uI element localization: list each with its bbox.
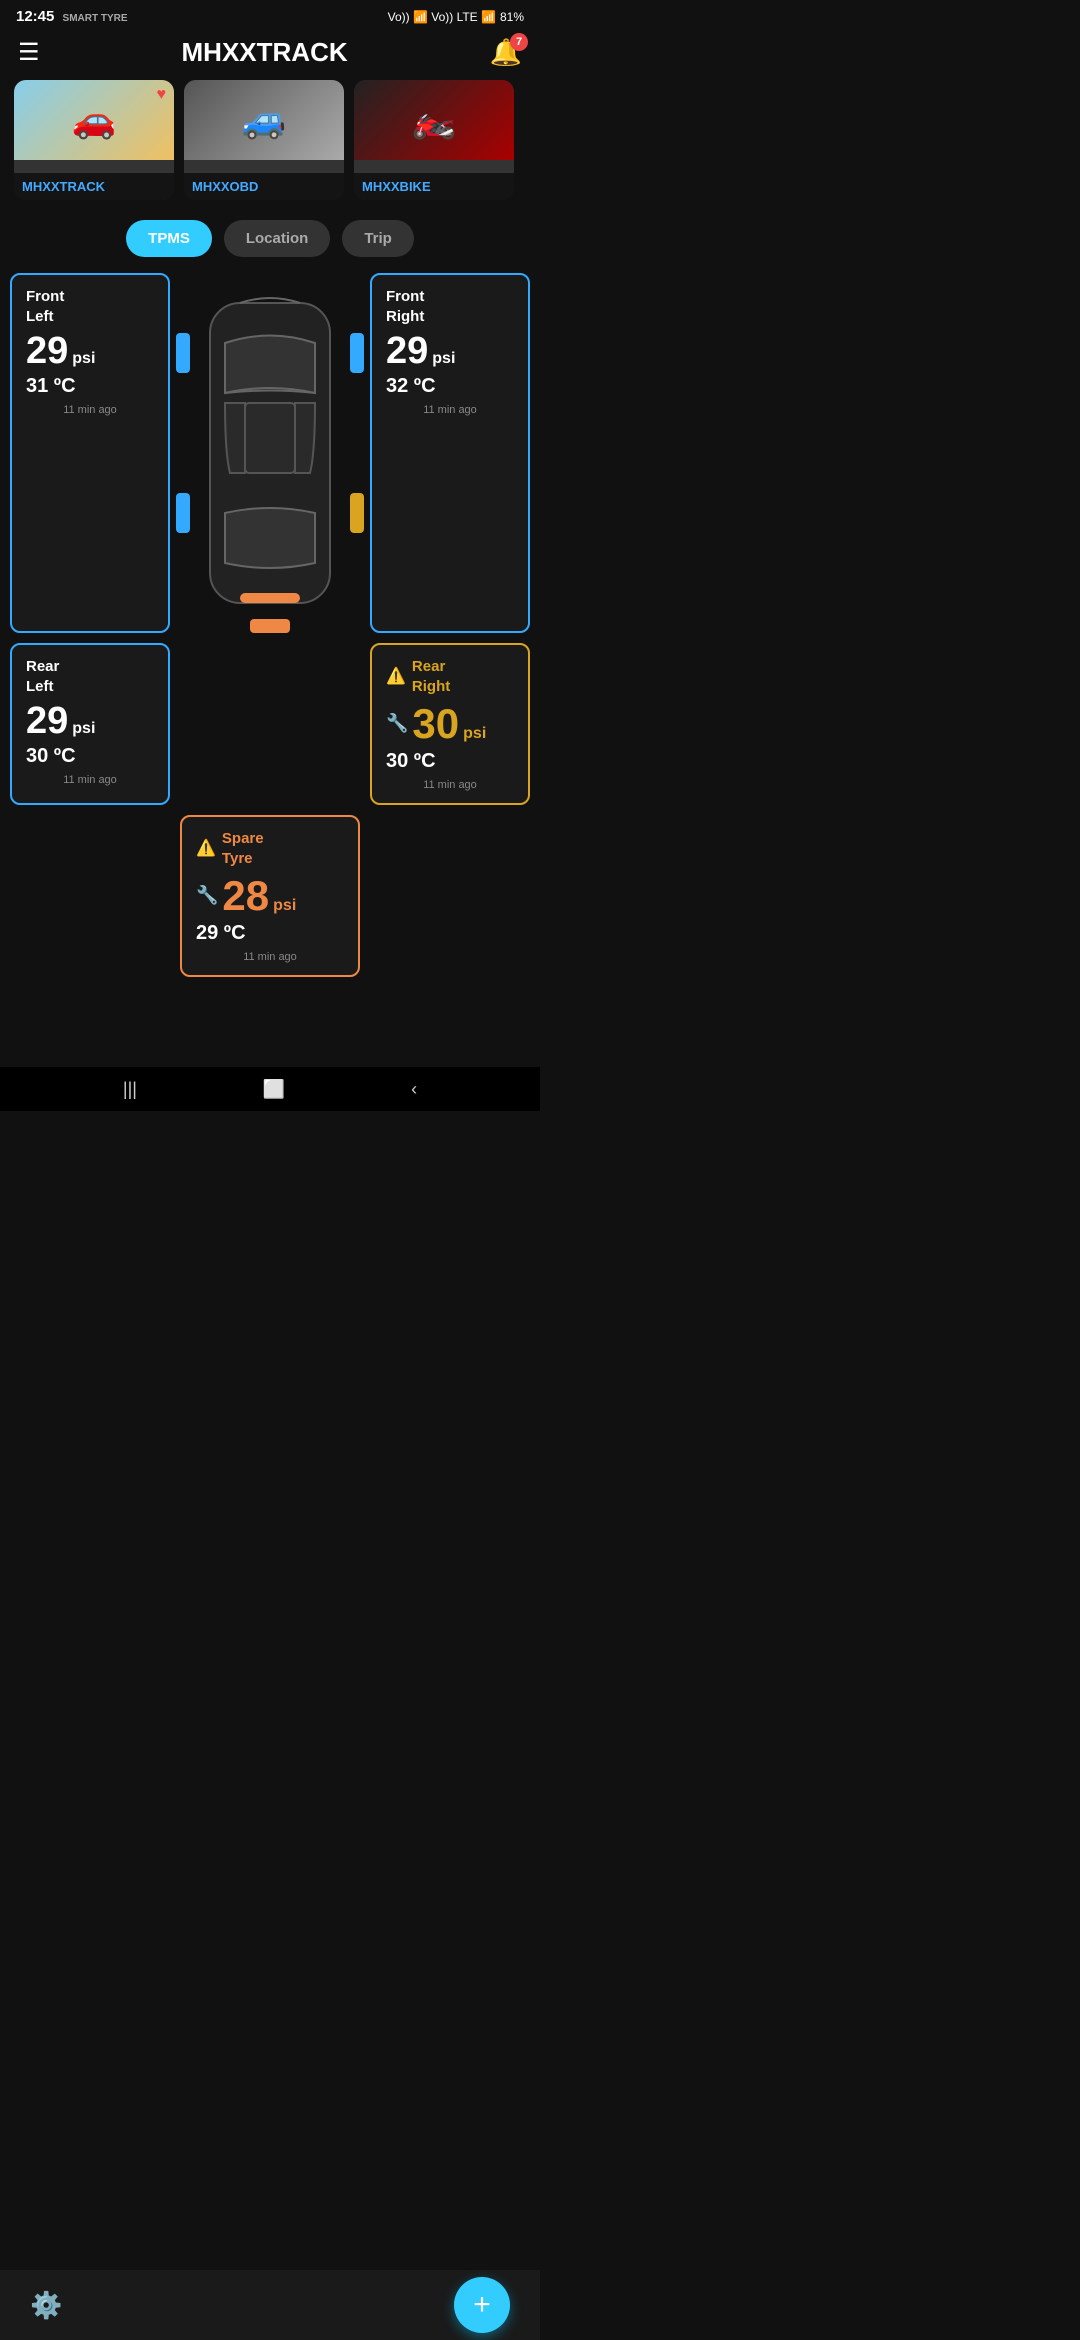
tire-fl-label: FrontLeft	[26, 287, 154, 326]
tire-rl-label: RearLeft	[26, 657, 154, 696]
tire-front-left: FrontLeft 29 psi 31 ºC 11 min ago	[10, 273, 170, 633]
tire-spare: ⚠️ SpareTyre 🔧 28 psi 29 ºC 11 min ago	[180, 815, 360, 977]
tire-fr-time: 11 min ago	[386, 404, 514, 416]
tire-spare-temp: 29 ºC	[196, 922, 344, 945]
tyre-icon-spare: 🔧	[196, 885, 218, 906]
tire-fr-psi-unit: psi	[432, 350, 455, 368]
tire-fr-psi: 29 psi	[386, 330, 514, 373]
tire-indicator-fr	[350, 333, 364, 373]
tyre-icon-rr: 🔧	[386, 713, 408, 734]
tire-rl-temp: 30 ºC	[26, 745, 154, 768]
tire-grid: FrontLeft 29 psi 31 ºC 11 min ago	[10, 273, 530, 805]
tire-spare-psi: 28 psi	[222, 872, 296, 920]
android-nav: ||| ⬜ ‹	[0, 1067, 540, 1111]
tire-rl-psi: 29 psi	[26, 700, 154, 743]
tire-spare-label: SpareTyre	[222, 829, 264, 868]
tab-bar: TPMS Location Trip	[0, 214, 540, 273]
tab-location[interactable]: Location	[224, 220, 331, 257]
vehicle-list: 🚗 ♥ MHXXTRACK 🚙 MHXXOBD 🏍️ MHXXBIKE	[0, 80, 540, 214]
status-bar: 12:45 SMART TYRE Vo)) 📶 Vo)) LTE 📶 81%	[0, 0, 540, 29]
tire-fl-temp: 31 ºC	[26, 375, 154, 398]
tire-rear-right: ⚠️ RearRight 🔧 30 psi 30 ºC 11 min ago	[370, 643, 530, 805]
car-diagram	[180, 273, 360, 633]
tire-front-right: FrontRight 29 psi 32 ºC 11 min ago	[370, 273, 530, 633]
favorite-icon: ♥	[157, 86, 167, 104]
notif-count: 7	[510, 33, 528, 51]
app-title: MHXXTRACK	[182, 37, 348, 68]
tire-fl-psi: 29 psi	[26, 330, 154, 373]
tire-spare-psi-num: 28	[222, 872, 269, 920]
tire-indicator-rl	[176, 493, 190, 533]
vehicle-label-mhxxobd: MHXXOBD	[184, 173, 344, 200]
tire-rr-psi-num: 30	[412, 700, 459, 748]
tire-spare-time: 11 min ago	[196, 951, 344, 963]
tpms-section: FrontLeft 29 psi 31 ºC 11 min ago	[0, 273, 540, 1067]
tire-rl-psi-num: 29	[26, 700, 68, 743]
notification-bell[interactable]: 🔔 7	[490, 37, 522, 68]
tire-fr-label: FrontRight	[386, 287, 514, 326]
smart-tyre-label: SMART TYRE	[63, 13, 128, 24]
tire-fr-psi-num: 29	[386, 330, 428, 373]
nav-home-icon[interactable]: ⬜	[263, 1079, 285, 1100]
tire-rr-label: RearRight	[412, 657, 450, 696]
tpms-container: FrontLeft 29 psi 31 ºC 11 min ago	[0, 273, 540, 987]
vehicle-card-mhxxobd[interactable]: 🚙 MHXXOBD	[184, 80, 344, 200]
tire-fr-temp: 32 ºC	[386, 375, 514, 398]
tire-rl-time: 11 min ago	[26, 774, 154, 786]
tire-rr-psi: 30 psi	[412, 700, 486, 748]
app-header: ☰ MHXXTRACK 🔔 7	[0, 29, 540, 80]
tire-fl-time: 11 min ago	[26, 404, 154, 416]
vehicle-label-mhxxbike: MHXXBIKE	[354, 173, 514, 200]
tire-rl-psi-unit: psi	[72, 720, 95, 738]
vehicle-label-mhxxtrack: MHXXTRACK	[14, 173, 174, 200]
vehicle-card-mhxxbike[interactable]: 🏍️ MHXXBIKE	[354, 80, 514, 200]
car-outline-svg	[190, 273, 350, 633]
tire-rr-psi-unit: psi	[463, 725, 486, 743]
tire-indicator-rr	[350, 493, 364, 533]
tire-indicator-spare	[250, 619, 290, 633]
tire-rear-left: RearLeft 29 psi 30 ºC 11 min ago	[10, 643, 170, 805]
warn-icon-rr: ⚠️	[386, 666, 406, 686]
hamburger-menu[interactable]: ☰	[18, 38, 40, 67]
tire-spare-psi-unit: psi	[273, 897, 296, 915]
battery-icon: 81%	[500, 10, 524, 24]
status-time: 12:45 SMART TYRE	[16, 8, 128, 25]
nav-recent-icon[interactable]: |||	[123, 1079, 137, 1100]
spare-tyre-row: ⚠️ SpareTyre 🔧 28 psi 29 ºC 11 min ago	[10, 815, 530, 977]
grid-spacer-bottom	[180, 643, 360, 805]
car-svg	[190, 273, 350, 633]
signal-icon: Vo)) 📶 Vo)) LTE 📶	[388, 10, 496, 24]
bottom-bar: ⚙️ +	[0, 2270, 540, 2340]
nav-back-icon[interactable]: ‹	[411, 1079, 417, 1100]
fab-add-button[interactable]: +	[454, 2277, 510, 2333]
tire-fl-psi-num: 29	[26, 330, 68, 373]
tire-rr-time: 11 min ago	[386, 779, 514, 791]
tab-trip[interactable]: Trip	[342, 220, 414, 257]
tire-fl-psi-unit: psi	[72, 350, 95, 368]
warn-icon-spare: ⚠️	[196, 838, 216, 858]
engine-icon[interactable]: ⚙️	[30, 2290, 62, 2321]
vehicle-card-mhxxtrack[interactable]: 🚗 ♥ MHXXTRACK	[14, 80, 174, 200]
tire-rr-temp: 30 ºC	[386, 750, 514, 773]
tab-tpms[interactable]: TPMS	[126, 220, 212, 257]
tire-indicator-fl	[176, 333, 190, 373]
status-right: Vo)) 📶 Vo)) LTE 📶 81%	[388, 10, 524, 24]
